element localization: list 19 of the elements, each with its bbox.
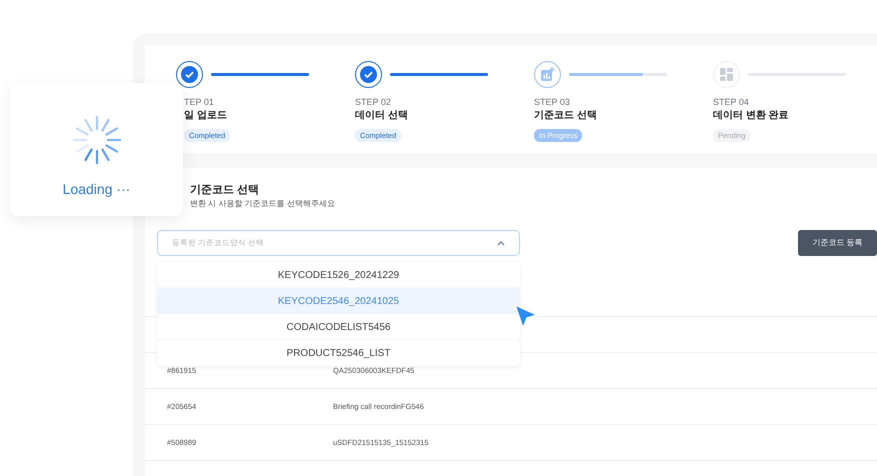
step-title: 일 업로드: [183, 109, 227, 123]
register-button[interactable]: 기준코드 등록: [798, 230, 877, 256]
step-label: STEP 04: [713, 96, 749, 108]
section-subtitle: 변환 시 사용할 기준코드를 선택해주세요: [190, 198, 335, 210]
dropdown-option[interactable]: PRODUCT52546_LIST: [157, 340, 520, 366]
dropdown-option[interactable]: CODAICODELIST5456: [157, 314, 520, 340]
loading-text: Loading ···: [62, 180, 130, 199]
step-label: STEP 03: [534, 96, 570, 108]
dropdown-option[interactable]: KEYCODE1526_20241229: [157, 262, 520, 288]
step-label: STEP 02: [355, 96, 391, 108]
step-title: 기준코드 선택: [534, 109, 597, 123]
section-title: 기준코드 선택: [190, 183, 260, 197]
step-label: TEP 01: [183, 96, 214, 108]
chart-plus-icon: [534, 61, 561, 88]
step-title: 데이터 선택: [355, 109, 408, 123]
caret-icon: [497, 240, 505, 246]
step-title: 데이터 변환 완료: [713, 109, 789, 123]
grid-icon: [713, 61, 740, 88]
spinner-icon: [72, 115, 122, 165]
